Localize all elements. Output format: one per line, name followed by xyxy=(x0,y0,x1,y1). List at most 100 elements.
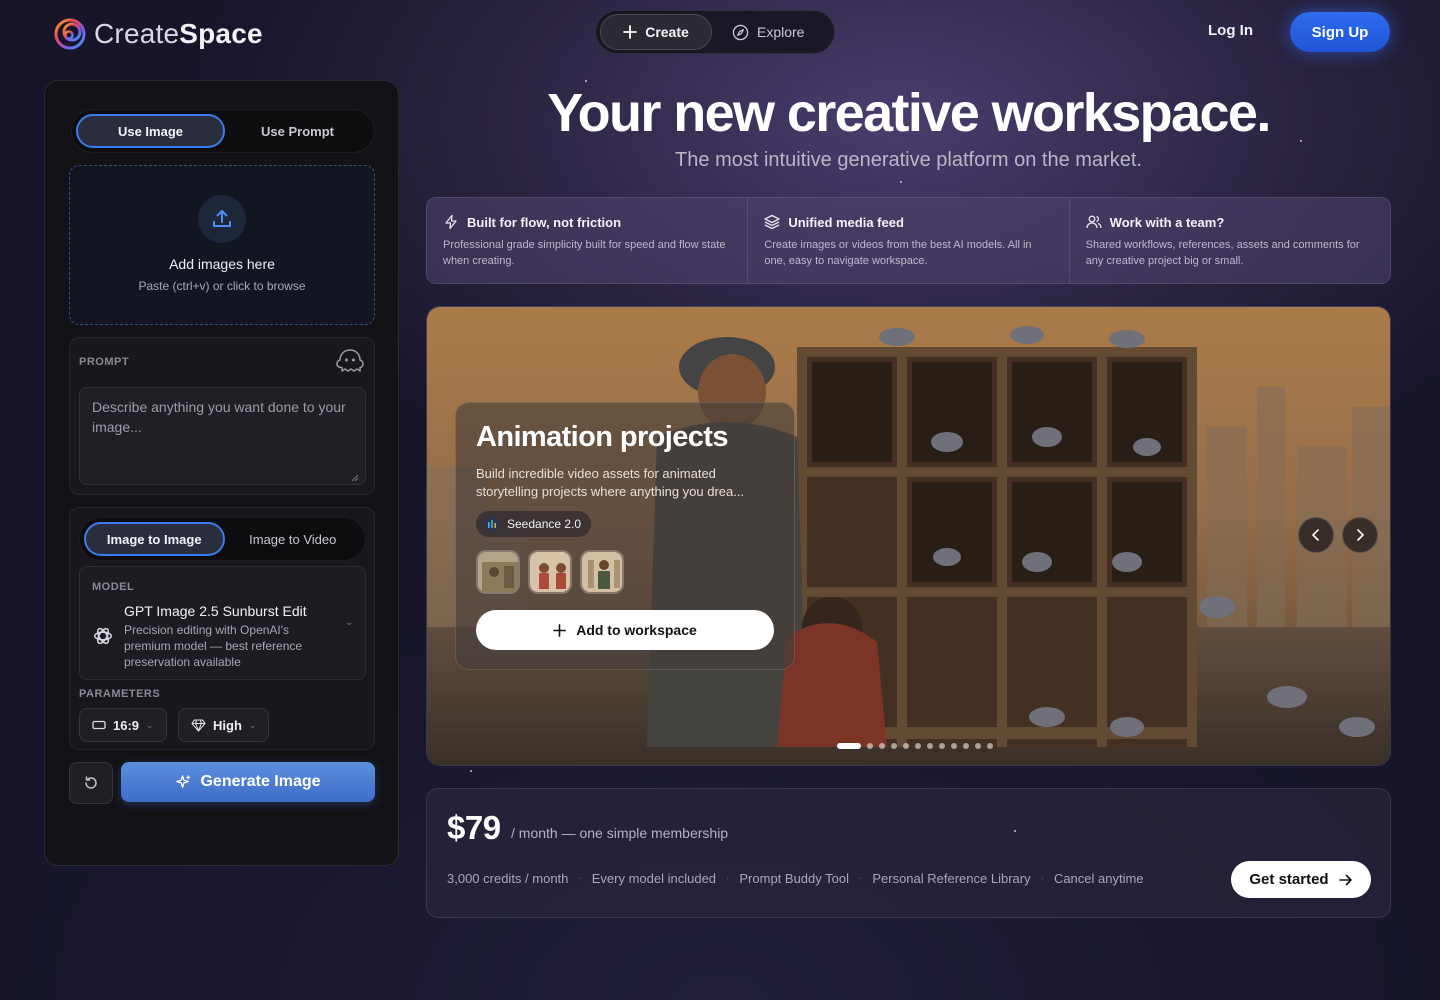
dot-separator-icon: · xyxy=(1040,873,1044,884)
carousel-dot[interactable] xyxy=(927,743,933,749)
upload-button[interactable] xyxy=(198,195,246,243)
showcase-card: Animation projects Build incredible vide… xyxy=(455,402,795,670)
model-label: MODEL xyxy=(92,581,135,593)
carousel-dot[interactable] xyxy=(915,743,921,749)
main-nav: Create Explore xyxy=(595,10,835,54)
generation-settings: Image to Image Image to Video MODEL GPT … xyxy=(69,507,375,750)
tab-use-image[interactable]: Use Image xyxy=(76,114,225,148)
pricing-card: $79 / month — one simple membership 3,00… xyxy=(426,788,1391,918)
feature-item: Work with a team? Shared workflows, refe… xyxy=(1070,198,1390,283)
perk-item: Personal Reference Library xyxy=(872,871,1031,886)
perk-item: 3,000 credits / month xyxy=(447,871,569,886)
perk-item: Cancel anytime xyxy=(1053,871,1144,886)
carousel-dot[interactable] xyxy=(837,743,861,749)
prompt-buddy-icon[interactable] xyxy=(334,346,366,376)
feature-title: Built for flow, not friction xyxy=(467,214,622,230)
sparkle-icon xyxy=(176,774,191,788)
tab-image-to-video[interactable]: Image to Video xyxy=(225,522,362,556)
resize-grip-icon[interactable] xyxy=(351,474,359,482)
carousel-dot[interactable] xyxy=(939,743,945,749)
carousel-dot[interactable] xyxy=(951,743,957,749)
carousel-prev-button[interactable] xyxy=(1298,517,1334,553)
aspect-ratio-dropdown[interactable]: 16:9 ⌄ xyxy=(79,708,167,742)
bolt-icon xyxy=(445,214,457,230)
get-started-button[interactable]: Get started xyxy=(1231,861,1371,898)
model-badge-label: Seedance 2.0 xyxy=(507,517,582,531)
mode-tabs: Use Image Use Prompt xyxy=(71,109,375,153)
perk-item: Every model included xyxy=(591,871,717,886)
login-link[interactable]: Log In xyxy=(1208,22,1253,39)
prompt-input[interactable]: Describe anything you want done to your … xyxy=(79,387,366,485)
brand-name: CreateSpace xyxy=(94,18,263,49)
plus-icon xyxy=(623,25,638,39)
arrow-right-icon xyxy=(1338,874,1352,885)
feature-description: Create images or videos from the best AI… xyxy=(764,239,1032,267)
add-to-workspace-button[interactable]: Add to workspace xyxy=(476,610,774,650)
feature-description: Shared workflows, references, assets and… xyxy=(1085,239,1360,267)
refresh-icon xyxy=(85,776,97,789)
star-decoration xyxy=(585,80,587,82)
carousel-next-button[interactable] xyxy=(1342,517,1378,553)
compass-icon xyxy=(732,24,749,40)
carousel-dot[interactable] xyxy=(879,743,885,749)
nav-explore-button[interactable]: Explore xyxy=(712,14,824,50)
feature-item: Built for flow, not friction Professiona… xyxy=(427,198,749,283)
showcase-carousel: Animation projects Build incredible vide… xyxy=(426,306,1391,766)
quality-value: High xyxy=(213,717,242,733)
hero-title: Your new creative workspace. xyxy=(547,83,1271,143)
parameters-label: PARAMETERS xyxy=(79,688,161,700)
chevron-down-icon: ⌄ xyxy=(345,617,354,628)
top-header: CreateSpace Create Explore Log In Sign U… xyxy=(0,0,1440,70)
model-badge[interactable]: Seedance 2.0 xyxy=(476,511,592,537)
perks-list: 3,000 credits / month · Every model incl… xyxy=(447,871,1144,886)
dot-separator-icon: · xyxy=(859,873,863,884)
chevron-right-icon xyxy=(1357,529,1364,541)
generate-image-button[interactable]: Generate Image xyxy=(121,762,375,802)
feature-description: Professional grade simplicity built for … xyxy=(443,239,726,267)
carousel-dot[interactable] xyxy=(987,743,993,749)
nav-create-button[interactable]: Create xyxy=(600,14,712,50)
carousel-dot[interactable] xyxy=(891,743,897,749)
reference-thumbnail[interactable] xyxy=(476,550,520,594)
create-panel: Use Image Use Prompt Add images here Pas… xyxy=(44,80,399,866)
hero-subtitle: The most intuitive generative platform o… xyxy=(675,149,1142,171)
carousel-dot[interactable] xyxy=(963,743,969,749)
dot-separator-icon: · xyxy=(726,873,730,884)
brand-logo[interactable]: CreateSpace xyxy=(54,18,263,50)
seedance-logo-icon xyxy=(484,516,500,532)
showcase-title: Animation projects xyxy=(476,421,728,453)
generate-label: Generate Image xyxy=(200,773,321,790)
carousel-pagination xyxy=(837,743,993,749)
layers-icon xyxy=(764,214,780,230)
nav-explore-label: Explore xyxy=(757,24,805,40)
users-icon xyxy=(1086,215,1102,229)
perk-item: Prompt Buddy Tool xyxy=(739,871,849,886)
dot-separator-icon: · xyxy=(578,873,582,884)
tab-use-prompt[interactable]: Use Prompt xyxy=(225,114,370,148)
image-dropzone[interactable]: Add images here Paste (ctrl+v) or click … xyxy=(69,165,375,325)
generation-type-tabs: Image to Image Image to Video xyxy=(79,517,366,561)
model-selector[interactable]: MODEL GPT Image 2.5 Sunburst Edit Precis… xyxy=(79,566,366,680)
prompt-label: PROMPT xyxy=(79,356,130,368)
openai-logo-icon xyxy=(94,627,112,645)
model-name: GPT Image 2.5 Sunburst Edit xyxy=(124,603,307,619)
aspect-ratio-value: 16:9 xyxy=(113,717,140,733)
reference-thumbnail[interactable] xyxy=(528,550,572,594)
tab-image-to-image[interactable]: Image to Image xyxy=(84,522,225,556)
price-amount: $79 xyxy=(447,809,501,846)
star-decoration xyxy=(1014,830,1016,832)
quality-dropdown[interactable]: High ⌄ xyxy=(178,708,270,742)
carousel-dot[interactable] xyxy=(975,743,981,749)
signup-button[interactable]: Sign Up xyxy=(1290,12,1390,52)
carousel-dot[interactable] xyxy=(903,743,909,749)
carousel-dot[interactable] xyxy=(867,743,873,749)
star-decoration xyxy=(470,770,472,772)
reference-thumbnail[interactable] xyxy=(580,550,624,594)
feature-strip: Built for flow, not friction Professiona… xyxy=(426,197,1391,284)
feature-title: Work with a team? xyxy=(1109,214,1225,230)
model-description: Precision editing with OpenAI's premium … xyxy=(124,623,303,669)
reset-button[interactable] xyxy=(69,762,113,804)
chevron-down-icon: ⌄ xyxy=(146,719,154,730)
spiral-logo-icon xyxy=(54,18,86,50)
star-decoration xyxy=(900,181,902,183)
